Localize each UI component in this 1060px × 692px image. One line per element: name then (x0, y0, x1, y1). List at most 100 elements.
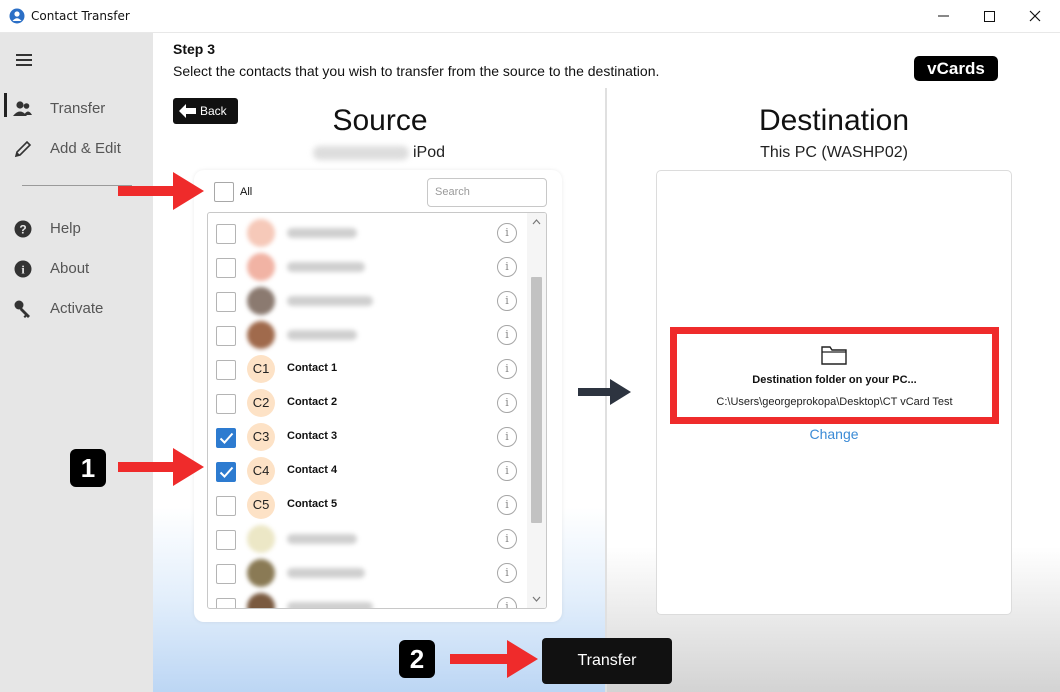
contact-checkbox[interactable] (216, 428, 236, 448)
sidebar-divider (22, 185, 132, 186)
hamburger-menu-icon[interactable] (16, 53, 34, 67)
scroll-up-arrow-icon[interactable] (531, 217, 542, 227)
info-icon[interactable]: i (497, 563, 517, 583)
list-item[interactable]: i (208, 284, 528, 318)
list-item[interactable]: C5 Contact 5 i (208, 488, 528, 522)
minimize-button[interactable] (920, 0, 966, 32)
contact-checkbox[interactable] (216, 496, 236, 516)
list-item[interactable]: C3 Contact 3 i (208, 420, 528, 454)
help-icon: ? (13, 219, 33, 239)
redacted-contact-name (287, 534, 357, 544)
contact-checkbox[interactable] (216, 462, 236, 482)
checkmark-icon (219, 466, 234, 478)
transfer-button[interactable]: Transfer (542, 638, 672, 684)
step-description: Select the contacts that you wish to tra… (173, 63, 660, 79)
info-icon[interactable]: i (497, 529, 517, 549)
list-item[interactable]: i (208, 216, 528, 250)
maximize-button[interactable] (966, 0, 1012, 32)
list-item[interactable]: C2 Contact 2 i (208, 386, 528, 420)
redacted-contact-name (287, 568, 365, 578)
list-item[interactable]: C4 Contact 4 i (208, 454, 528, 488)
contact-checkbox[interactable] (216, 598, 236, 608)
close-icon (1029, 10, 1041, 22)
contact-name: Contact 3 (287, 430, 338, 442)
arrow-right-icon (578, 379, 631, 405)
info-icon[interactable]: i (497, 495, 517, 515)
contact-name: Contact 5 (287, 498, 338, 510)
annotation-badge-1: 1 (70, 449, 106, 487)
redacted-contact-name (287, 602, 373, 608)
sidebar-item-label: Activate (50, 300, 104, 317)
sidebar-item-activate[interactable]: Activate (0, 292, 153, 326)
change-folder-link[interactable]: Change (780, 426, 888, 442)
back-button[interactable]: Back (173, 98, 238, 124)
checkmark-icon (219, 432, 234, 444)
sidebar-item-label: About (50, 260, 90, 277)
scrollbar[interactable] (527, 213, 546, 608)
destination-subtitle: This PC (WASHP02) (760, 144, 908, 161)
contacts-list[interactable]: i i i C5 Contact 5 i C4 Contact 4 i C3 Contact 3iC… (207, 212, 547, 609)
sidebar-item-label: Help (50, 220, 81, 237)
annotation-arrow-icon (118, 448, 204, 486)
select-all-checkbox[interactable] (214, 182, 234, 202)
info-icon[interactable]: i (497, 291, 517, 311)
redacted-contact-name (287, 296, 373, 306)
avatar: C4 (247, 457, 275, 485)
contact-checkbox[interactable] (216, 292, 236, 312)
redacted-contact-name (287, 228, 357, 238)
info-icon[interactable]: i (497, 393, 517, 413)
info-icon[interactable]: i (497, 597, 517, 608)
info-icon[interactable]: i (497, 223, 517, 243)
contact-name: Contact 1 (287, 362, 338, 374)
window-title: Contact Transfer (31, 9, 130, 23)
list-item[interactable]: i (208, 556, 528, 590)
source-title: Source (332, 104, 428, 137)
contact-checkbox[interactable] (216, 394, 236, 414)
pencil-icon (13, 139, 33, 159)
scroll-down-arrow-icon[interactable] (531, 594, 542, 604)
avatar (247, 287, 275, 315)
list-item[interactable]: i (208, 318, 528, 352)
info-icon[interactable]: i (497, 257, 517, 277)
avatar (247, 219, 275, 247)
list-item[interactable]: C1 Contact 1 i (208, 352, 528, 386)
avatar (247, 253, 275, 281)
contact-checkbox[interactable] (216, 564, 236, 584)
back-button-label: Back (200, 104, 227, 118)
sidebar-item-transfer[interactable]: Transfer (0, 92, 153, 126)
close-button[interactable] (1012, 0, 1058, 32)
avatar (247, 559, 275, 587)
sidebar-item-label: Add & Edit (50, 140, 121, 157)
contact-name: Contact 2 (287, 396, 338, 408)
annotation-arrow-icon (118, 172, 204, 210)
destination-folder-title: Destination folder on your PC... (752, 374, 917, 386)
users-icon (13, 99, 33, 119)
list-item[interactable]: i (208, 522, 528, 556)
list-item[interactable]: i (208, 250, 528, 284)
arrow-left-icon (179, 104, 196, 118)
contact-checkbox[interactable] (216, 224, 236, 244)
scroll-thumb[interactable] (531, 277, 542, 523)
destination-folder-path: C:\Users\georgeprokopa\Desktop\CT vCard … (716, 396, 953, 408)
avatar: C1 (247, 355, 275, 383)
contact-checkbox[interactable] (216, 326, 236, 346)
contact-name: Contact 4 (287, 464, 338, 476)
sidebar-item-about[interactable]: i About (0, 252, 153, 286)
info-icon[interactable]: i (497, 461, 517, 481)
info-icon[interactable]: i (497, 427, 517, 447)
avatar (247, 593, 275, 608)
contact-checkbox[interactable] (216, 360, 236, 380)
destination-title: Destination (758, 104, 910, 137)
list-item[interactable]: i (208, 590, 528, 608)
sidebar-item-help[interactable]: ? Help (0, 212, 153, 246)
app-logo-icon (9, 8, 25, 24)
info-icon[interactable]: i (497, 359, 517, 379)
search-input[interactable]: Search (427, 178, 547, 207)
contact-checkbox[interactable] (216, 530, 236, 550)
sidebar-item-add-edit[interactable]: Add & Edit (0, 132, 153, 166)
annotation-arrow-icon (450, 640, 538, 678)
avatar: C2 (247, 389, 275, 417)
folder-icon (821, 346, 847, 365)
contact-checkbox[interactable] (216, 258, 236, 278)
info-icon[interactable]: i (497, 325, 517, 345)
